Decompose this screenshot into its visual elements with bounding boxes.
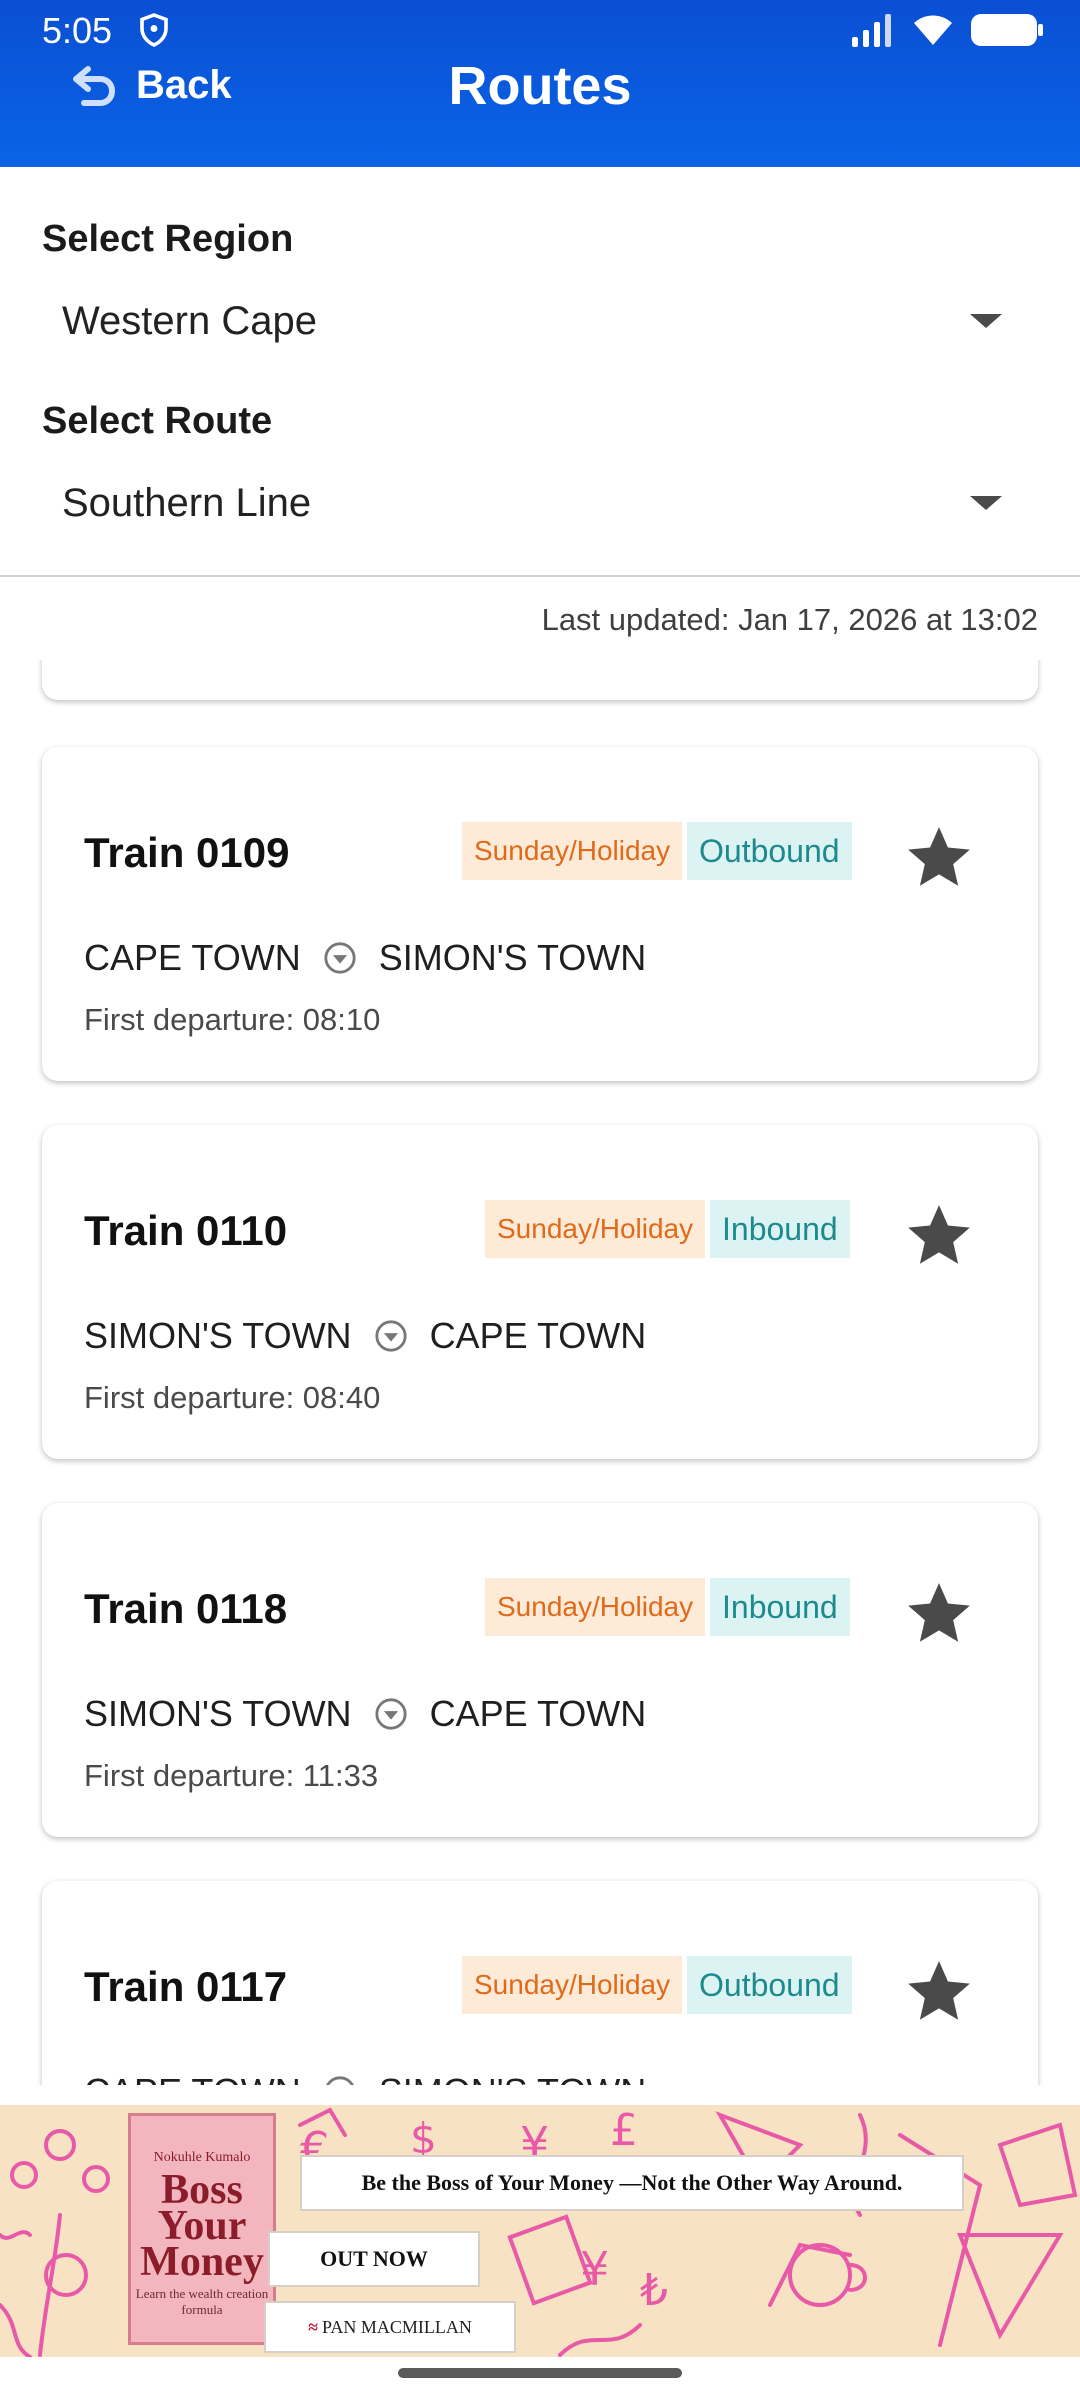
- route-arrow-icon: [325, 2076, 354, 2085]
- star-icon[interactable]: [902, 1199, 976, 1273]
- divider: [0, 575, 1080, 577]
- region-label: Select Region: [42, 218, 294, 260]
- route-from: CAPE TOWN: [84, 2071, 301, 2085]
- route-line: SIMON'S TOWN CAPE TOWN: [84, 1315, 646, 1357]
- first-departure: First departure: 11:33: [84, 1758, 379, 1793]
- ad-book-cover: Nokuhle Kumalo Boss Your Money Learn the…: [128, 2113, 276, 2345]
- route-label: Select Route: [42, 400, 273, 442]
- route-from: SIMON'S TOWN: [84, 1315, 352, 1356]
- app-bar: 5:05 Back Routes: [0, 0, 1080, 167]
- star-icon[interactable]: [902, 1955, 976, 2029]
- train-number: Train 0109: [84, 829, 290, 876]
- route-arrow-icon: [374, 1320, 407, 1352]
- train-card[interactable]: Train 0109 Sunday/Holiday Outbound CAPE …: [42, 747, 1038, 1081]
- svg-text:£: £: [610, 2105, 638, 2156]
- direction-chip: Inbound: [710, 1200, 850, 1258]
- last-updated: Last updated: Jan 17, 2026 at 13:02: [541, 602, 1038, 637]
- direction-chip: Outbound: [687, 822, 852, 880]
- ad-book-title: Boss Your Money: [140, 2167, 264, 2285]
- status-time: 5:05: [42, 10, 113, 51]
- status-bar: 5:05: [0, 0, 1080, 60]
- direction-chip: Outbound: [687, 1956, 852, 2014]
- route-from: CAPE TOWN: [84, 937, 301, 978]
- dropdown-caret-icon: [970, 496, 1002, 510]
- route-line: CAPE TOWN SIMON'S TOWN: [84, 937, 646, 979]
- train-list[interactable]: Train 0109 Sunday/Holiday Outbound CAPE …: [0, 660, 1080, 2085]
- route-from: SIMON'S TOWN: [84, 1693, 352, 1734]
- route-arrow-icon: [324, 942, 356, 974]
- publisher-logo-icon: ≈: [308, 2316, 319, 2337]
- ad-cta-button[interactable]: OUT NOW: [268, 2231, 480, 2287]
- page-title: Routes: [448, 56, 632, 116]
- route-value: Southern Line: [62, 480, 312, 525]
- region-value: Western Cape: [62, 298, 317, 343]
- ad-tagline: Be the Boss of Your Money —Not the Other…: [300, 2155, 964, 2211]
- route-to: SIMON'S TOWN: [379, 2071, 647, 2085]
- signal-icon: [852, 14, 891, 47]
- first-departure: First departure: 08:40: [84, 1380, 381, 1415]
- status-icons: [850, 12, 1044, 48]
- route-to: CAPE TOWN: [429, 1315, 647, 1356]
- route-arrow-icon: [374, 1698, 407, 1730]
- day-chip: Sunday/Holiday: [485, 1200, 706, 1258]
- train-card[interactable]: Train 0117 Sunday/Holiday Outbound CAPE …: [42, 1881, 1038, 2085]
- route-line: CAPE TOWN SIMON'S TOWN: [84, 2071, 646, 2085]
- svg-text:₺: ₺: [640, 2265, 668, 2316]
- battery-icon: [971, 14, 1043, 46]
- train-number: Train 0118: [84, 1585, 288, 1632]
- day-chip: Sunday/Holiday: [485, 1578, 706, 1636]
- ad-book-author: Nokuhle Kumalo: [153, 2150, 251, 2165]
- day-chip: Sunday/Holiday: [462, 822, 683, 880]
- route-line: SIMON'S TOWN CAPE TOWN: [84, 1693, 646, 1735]
- route-to: CAPE TOWN: [429, 1693, 647, 1734]
- ad-banner[interactable]: € $ ¥ £ ¥ ₺ Nokuhle Kumalo Boss Your Mon…: [0, 2105, 1080, 2357]
- star-icon[interactable]: [902, 821, 976, 895]
- dropdown-caret-icon: [970, 314, 1002, 328]
- home-gesture-handle[interactable]: [398, 2368, 682, 2378]
- train-card[interactable]: Train 0110 Sunday/Holiday Inbound SIMON'…: [42, 1125, 1038, 1459]
- region-select[interactable]: Western Cape: [62, 286, 1002, 356]
- train-card-partial[interactable]: [42, 660, 1038, 700]
- train-number: Train 0117: [84, 1963, 288, 2010]
- route-select[interactable]: Southern Line: [62, 468, 1002, 538]
- system-nav-bar: [0, 2357, 1080, 2400]
- ad-book-subtitle: Learn the wealth creation formula: [135, 2286, 269, 2317]
- shield-icon: [140, 13, 168, 47]
- wifi-icon: [914, 15, 952, 45]
- first-departure: First departure: 08:10: [84, 1002, 381, 1037]
- route-to: SIMON'S TOWN: [378, 937, 647, 978]
- day-chip: Sunday/Holiday: [462, 1956, 683, 2014]
- ad-publisher-name: PAN MACMILLAN: [322, 2316, 472, 2337]
- ad-publisher: ≈ PAN MACMILLAN: [264, 2301, 516, 2353]
- star-icon[interactable]: [902, 1577, 976, 1651]
- train-number: Train 0110: [84, 1207, 288, 1254]
- direction-chip: Inbound: [710, 1578, 850, 1636]
- train-card[interactable]: Train 0118 Sunday/Holiday Inbound SIMON'…: [42, 1503, 1038, 1837]
